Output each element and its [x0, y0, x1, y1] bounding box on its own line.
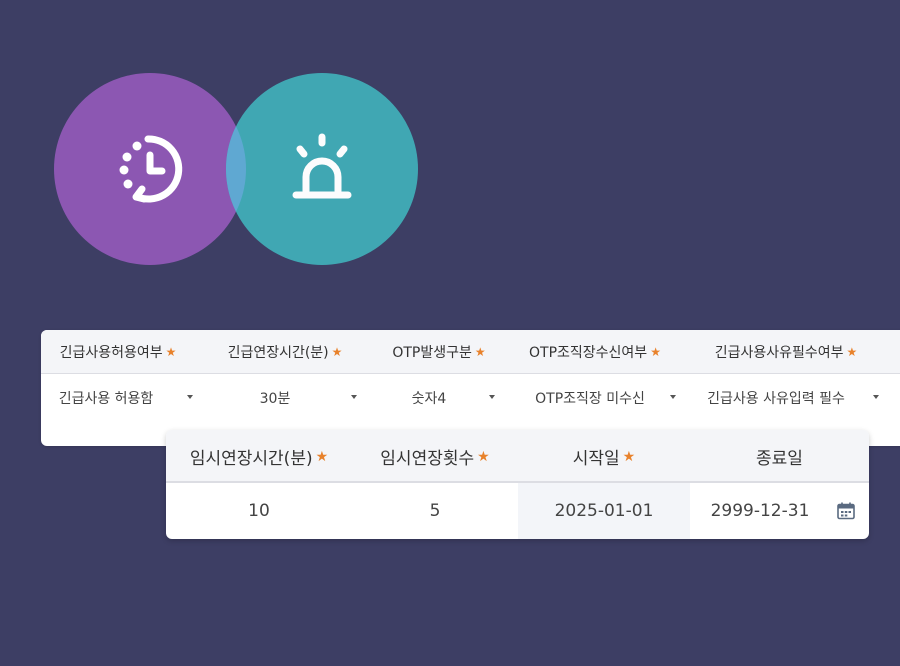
header-start-date: 시작일 ★: [572, 448, 636, 470]
start-date-field[interactable]: 2025-01-01: [518, 483, 690, 539]
table-row: 긴급사용 허용함 30분 숫자4 OTP조직장 미수신 긴급사용 사유입력 필수: [41, 374, 900, 422]
select-emergency-allow[interactable]: 긴급사용 허용함: [41, 374, 171, 422]
required-star-icon: ★: [846, 345, 858, 359]
header-emergency-extension: 긴급연장시간(분) ★: [227, 345, 343, 361]
select-otp-type[interactable]: 숫자4: [374, 374, 484, 422]
required-star-icon: ★: [474, 345, 486, 359]
header-temp-extension-count: 임시연장횟수 ★: [380, 448, 490, 470]
temporary-extension-table: 임시연장시간(분) ★ 임시연장횟수 ★ 시작일 ★ 종료일 10 5 2025-01…: [166, 430, 869, 539]
header-temp-extension-time: 임시연장시간(분) ★: [189, 448, 329, 470]
required-star-icon: ★: [477, 448, 490, 465]
temp-extension-time-field[interactable]: 10: [166, 483, 352, 539]
calendar-icon[interactable]: [836, 501, 856, 521]
siren-alarm-icon: [292, 133, 352, 199]
select-otp-receive[interactable]: OTP조직장 미수신: [515, 374, 665, 422]
history-clock-icon: [119, 135, 183, 203]
required-star-icon: ★: [331, 345, 343, 359]
chevron-down-icon[interactable]: [873, 395, 879, 399]
history-icon-badge: [54, 73, 246, 265]
header-emergency-allow: 긴급사용허용여부 ★: [59, 345, 177, 361]
table-header: 긴급사용허용여부 ★ 긴급연장시간(분) ★ OTP발생구분 ★ OTP조직장수신여부…: [41, 330, 900, 374]
table-row: 10 5 2025-01-01 2999-12-31: [166, 483, 869, 539]
required-star-icon: ★: [165, 345, 177, 359]
chevron-down-icon[interactable]: [670, 395, 676, 399]
end-date-field[interactable]: 2999-12-31: [690, 483, 830, 539]
header-otp-receive: OTP조직장수신여부 ★: [529, 345, 661, 361]
required-star-icon: ★: [650, 345, 661, 359]
select-reason-required[interactable]: 긴급사용 사유입력 필수: [691, 374, 861, 422]
header-otp-type: OTP발생구분 ★: [392, 345, 486, 361]
chevron-down-icon[interactable]: [489, 395, 495, 399]
required-star-icon: ★: [315, 448, 329, 465]
table-header: 임시연장시간(분) ★ 임시연장횟수 ★ 시작일 ★ 종료일: [166, 430, 869, 483]
emergency-settings-table: 긴급사용허용여부 ★ 긴급연장시간(분) ★ OTP발생구분 ★ OTP조직장수신여부…: [41, 330, 900, 446]
header-end-date: 종료일: [756, 449, 803, 469]
temp-extension-count-field[interactable]: 5: [352, 483, 518, 539]
chevron-down-icon[interactable]: [187, 395, 193, 399]
header-reason-required: 긴급사용사유필수여부 ★: [714, 345, 858, 361]
required-star-icon: ★: [622, 448, 636, 465]
select-emergency-extension[interactable]: 30분: [205, 374, 345, 422]
alarm-icon-badge: [226, 73, 418, 265]
chevron-down-icon[interactable]: [351, 395, 357, 399]
